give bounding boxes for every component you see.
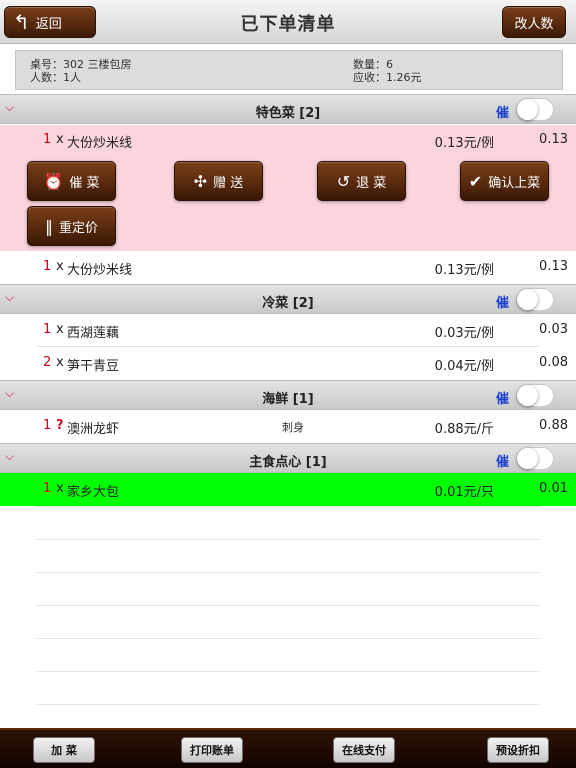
section-title: 海鲜 [1] — [262, 392, 314, 407]
amount-receivable: 应收：1.26元 — [353, 71, 422, 84]
empty-row-divider — [36, 704, 540, 705]
item-name: 澳洲龙虾 — [67, 422, 120, 437]
item-name: 家乡大包 — [67, 485, 120, 500]
urge-label: 催 — [496, 455, 510, 470]
item-total: 0.88 — [539, 418, 568, 433]
urge-label: 催 — [496, 106, 510, 121]
urge-dish-button[interactable]: ⏰ 催 菜 — [27, 161, 116, 201]
empty-row-divider — [36, 539, 540, 540]
item-total: 0.03 — [539, 322, 568, 337]
empty-row-divider — [36, 605, 540, 606]
item-mark: x — [56, 132, 64, 147]
item-name: 大份炒米线 — [67, 136, 133, 151]
item-mark: x — [56, 259, 64, 274]
empty-row-divider — [36, 671, 540, 672]
confirm-serve-label: 确认上菜 — [488, 175, 541, 191]
page-title: 已下单清单 — [240, 14, 336, 35]
toggle-knob — [517, 99, 538, 120]
item-price: 0.03元/例 — [434, 326, 494, 341]
item-price: 0.01元/只 — [434, 485, 494, 500]
item-name: 西湖莲藕 — [67, 326, 120, 341]
section-title: 冷菜 [2] — [262, 296, 314, 311]
urge-toggle[interactable] — [516, 447, 554, 470]
empty-row-divider — [36, 506, 540, 507]
item-note: 刺身 — [282, 421, 304, 434]
undo-arrow-icon: ↺ — [336, 171, 351, 191]
section-title: 主食点心 [1] — [249, 455, 327, 470]
section-header-specialty[interactable]: ⌵ 特色菜 [2] 催 — [0, 94, 576, 124]
item-qty: 2 — [43, 355, 52, 370]
item-qty: 1 — [43, 259, 52, 274]
item-total: 0.01 — [539, 481, 568, 496]
order-row-selected[interactable]: 1 x 大份炒米线 0.13元/例 0.13 — [0, 124, 576, 157]
item-total: 0.08 — [539, 355, 568, 370]
section-header-staple-dim-sum[interactable]: ⌵ 主食点心 [1] 催 — [0, 443, 576, 473]
toggle-knob — [517, 448, 538, 469]
urge-label: 催 — [496, 296, 510, 311]
urge-label: 催 — [496, 392, 510, 407]
reprice-label: 重定价 — [58, 220, 98, 236]
preset-discount-button[interactable]: 预设折扣 — [487, 737, 549, 763]
reprice-button[interactable]: ‖ 重定价 — [27, 206, 116, 246]
online-pay-button[interactable]: 在线支付 — [333, 737, 395, 763]
gift-icon: ✣ — [193, 171, 208, 191]
item-price: 0.13元/例 — [434, 263, 494, 278]
top-navigation-bar: ↰ 返回 已下单清单 改人数 — [0, 0, 576, 44]
add-dish-button[interactable]: 加 菜 — [33, 737, 95, 763]
bottom-toolbar: 加 菜 打印账单 在线支付 预设折扣 — [0, 728, 576, 768]
change-people-button[interactable]: 改人数 — [502, 6, 566, 38]
order-info-panel: 桌号：302 三楼包房 人数：1人 数量：6 应收：1.26元 — [15, 50, 563, 90]
checkmark-icon: ✔ — [468, 171, 483, 191]
return-dish-label: 退 菜 — [356, 175, 387, 191]
confirm-serve-button[interactable]: ✔ 确认上菜 — [460, 161, 549, 201]
gift-button[interactable]: ✣ 赠 送 — [174, 161, 263, 201]
order-row[interactable]: 1 x 西湖莲藕 0.03元/例 0.03 — [0, 314, 576, 347]
alarm-clock-icon: ⏰ — [43, 171, 64, 191]
urge-dish-label: 催 菜 — [69, 175, 100, 191]
item-mark: x — [56, 481, 64, 496]
people-count: 人数：1人 — [30, 71, 81, 84]
section-title: 特色菜 [2] — [255, 106, 321, 121]
return-dish-button[interactable]: ↺ 退 菜 — [317, 161, 406, 201]
item-qty: 1 — [43, 322, 52, 337]
item-price: 0.88元/斤 — [434, 422, 494, 437]
empty-row-divider — [36, 638, 540, 639]
order-row[interactable]: 2 x 笋干青豆 0.04元/例 0.08 — [0, 347, 576, 380]
print-bill-button[interactable]: 打印账单 — [181, 737, 243, 763]
section-header-cold-dishes[interactable]: ⌵ 冷菜 [2] 催 — [0, 284, 576, 314]
item-mark: ? — [56, 418, 64, 433]
item-qty: 1 — [43, 481, 52, 496]
item-name: 笋干青豆 — [67, 359, 120, 374]
toggle-knob — [517, 385, 538, 406]
item-price: 0.13元/例 — [434, 136, 494, 151]
urge-toggle[interactable] — [516, 288, 554, 311]
urge-toggle[interactable] — [516, 384, 554, 407]
gift-label: 赠 送 — [213, 175, 244, 191]
item-mark: x — [56, 355, 64, 370]
urge-toggle[interactable] — [516, 98, 554, 121]
item-name: 大份炒米线 — [67, 263, 133, 278]
order-row-served[interactable]: 1 x 家乡大包 0.01元/只 0.01 — [0, 473, 576, 506]
toggle-knob — [517, 289, 538, 310]
item-total: 0.13 — [539, 132, 568, 147]
section-header-seafood[interactable]: ⌵ 海鲜 [1] 催 — [0, 380, 576, 410]
item-mark: x — [56, 322, 64, 337]
empty-row-divider — [36, 572, 540, 573]
fork-knife-icon: ‖ — [44, 216, 53, 236]
order-row[interactable]: 1 x 大份炒米线 0.13元/例 0.13 — [0, 251, 576, 284]
item-total: 0.13 — [539, 259, 568, 274]
item-qty: 1 — [43, 132, 52, 147]
order-row[interactable]: 1 ? 澳洲龙虾 刺身 0.88元/斤 0.88 — [0, 410, 576, 443]
item-price: 0.04元/例 — [434, 359, 494, 374]
item-qty: 1 — [43, 418, 52, 433]
